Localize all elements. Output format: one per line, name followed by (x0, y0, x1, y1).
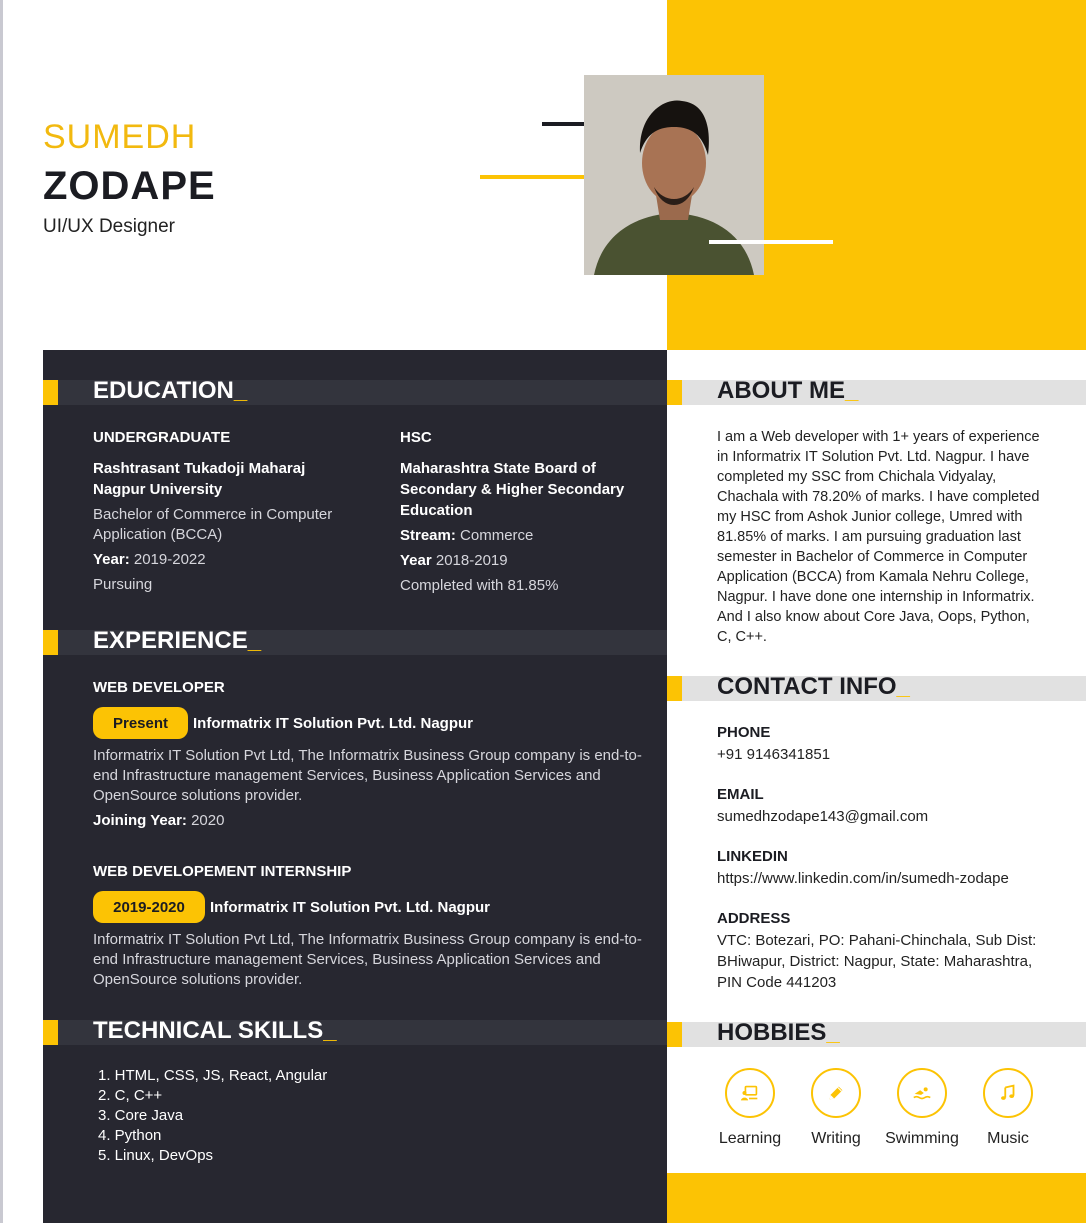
job-1-desc-1: Informatrix IT Solution Pvt Ltd, The Inf… (93, 747, 642, 764)
undergrad-degree-1: Bachelor of Commerce in Computer (93, 506, 333, 523)
job-2-role: WEB DEVELOPEMENT INTERNSHIP (93, 863, 352, 880)
job-2-desc-3: OpenSource solutions provider. (93, 971, 303, 988)
first-name: SUMEDH (43, 118, 197, 156)
email-label: EMAIL (717, 786, 764, 803)
swimming-icon (913, 1087, 931, 1100)
job-2-badge: 2019-2020 (93, 891, 205, 923)
hsc-result: Completed with 81.85% (400, 577, 559, 594)
yellow-footer-block (667, 1173, 1086, 1223)
hsc-board-2: Secondary & Higher Secondary (400, 481, 625, 498)
undergrad-status: Pursuing (93, 576, 153, 593)
job-1-desc-2: end Infrastructure management Services, … (93, 767, 601, 784)
person-photo-icon (584, 75, 764, 275)
job-2-desc-1: Informatrix IT Solution Pvt Ltd, The Inf… (93, 931, 642, 948)
job-2-desc-2: end Infrastructure management Services, … (93, 951, 601, 968)
decorative-line-white (709, 240, 833, 244)
undergrad-institution-1: Rashtrasant Tukadoji Maharaj (93, 460, 306, 477)
hobby-writing: Writing (791, 1068, 881, 1148)
email-value[interactable]: sumedhzodape143@gmail.com (717, 806, 1047, 827)
music-note-icon (1001, 1084, 1015, 1100)
about-text: I am a Web developer with 1+ years of ex… (717, 429, 1040, 645)
hsc-board-1: Maharashtra State Board of (400, 460, 596, 477)
phone-label: PHONE (717, 724, 771, 741)
hsc-board-3: Education (400, 502, 473, 519)
profile-photo (584, 75, 764, 275)
job-1-joining-year: Joining Year: 2020 (93, 812, 225, 829)
job-1-badge: Present (93, 707, 188, 739)
hobby-learning: Learning (705, 1068, 795, 1148)
undergrad-institution-2: Nagpur University (93, 481, 223, 498)
linkedin-value[interactable]: https://www.linkedin.com/in/sumedh-zodap… (717, 868, 1047, 889)
learning-icon (740, 1085, 758, 1101)
hsc-stream: Stream: Commerce (400, 527, 534, 544)
skills-list: 1. HTML, CSS, JS, React, Angular 2. C, C… (98, 1066, 327, 1166)
contact-heading: CONTACT INFO (717, 673, 897, 700)
phone-value[interactable]: +91 9146341851 (717, 744, 1047, 765)
job-2-company: Informatrix IT Solution Pvt. Ltd. Nagpur (210, 899, 490, 916)
skill-item: 2. C, C++ (98, 1087, 163, 1104)
education-heading: EDUCATION (93, 377, 234, 404)
hobby-music: Music (963, 1068, 1053, 1148)
address-value: VTC: Botezari, PO: Pahani-Chinchala, Sub… (717, 932, 1037, 991)
about-heading: ABOUT ME (717, 377, 845, 404)
skill-item: 5. Linux, DevOps (98, 1147, 214, 1164)
decorative-line-yellow (480, 175, 586, 179)
job-title: UI/UX Designer (43, 216, 175, 237)
experience-heading: EXPERIENCE (93, 627, 248, 654)
skill-item: 3. Core Java (98, 1107, 184, 1124)
hobby-swimming: Swimming (877, 1068, 967, 1148)
last-name: ZODAPE (43, 164, 216, 208)
job-1-company: Informatrix IT Solution Pvt. Ltd. Nagpur (193, 715, 473, 732)
address-label: ADDRESS (717, 910, 791, 927)
hsc-year: Year 2018-2019 (400, 552, 508, 569)
job-1-role: WEB DEVELOPER (93, 679, 225, 696)
undergrad-level: UNDERGRADUATE (93, 429, 231, 446)
hobby-label: Learning (718, 1130, 782, 1147)
skill-item: 4. Python (98, 1127, 162, 1144)
undergrad-degree-2: Application (BCCA) (93, 526, 223, 543)
skills-heading: TECHNICAL SKILLS (93, 1017, 324, 1044)
hobby-label: Writing (811, 1130, 861, 1147)
hobbies-heading: HOBBIES (717, 1019, 827, 1046)
hobby-label: Swimming (885, 1130, 959, 1147)
pencil-icon (829, 1086, 843, 1100)
job-1-desc-3: OpenSource solutions provider. (93, 787, 303, 804)
undergrad-year: Year: 2019-2022 (93, 551, 206, 568)
hobby-label: Music (987, 1130, 1029, 1147)
skill-item: 1. HTML, CSS, JS, React, Angular (98, 1067, 328, 1084)
page-edge (0, 0, 3, 1223)
linkedin-label: LINKEDIN (717, 848, 788, 865)
hsc-level: HSC (400, 429, 432, 446)
